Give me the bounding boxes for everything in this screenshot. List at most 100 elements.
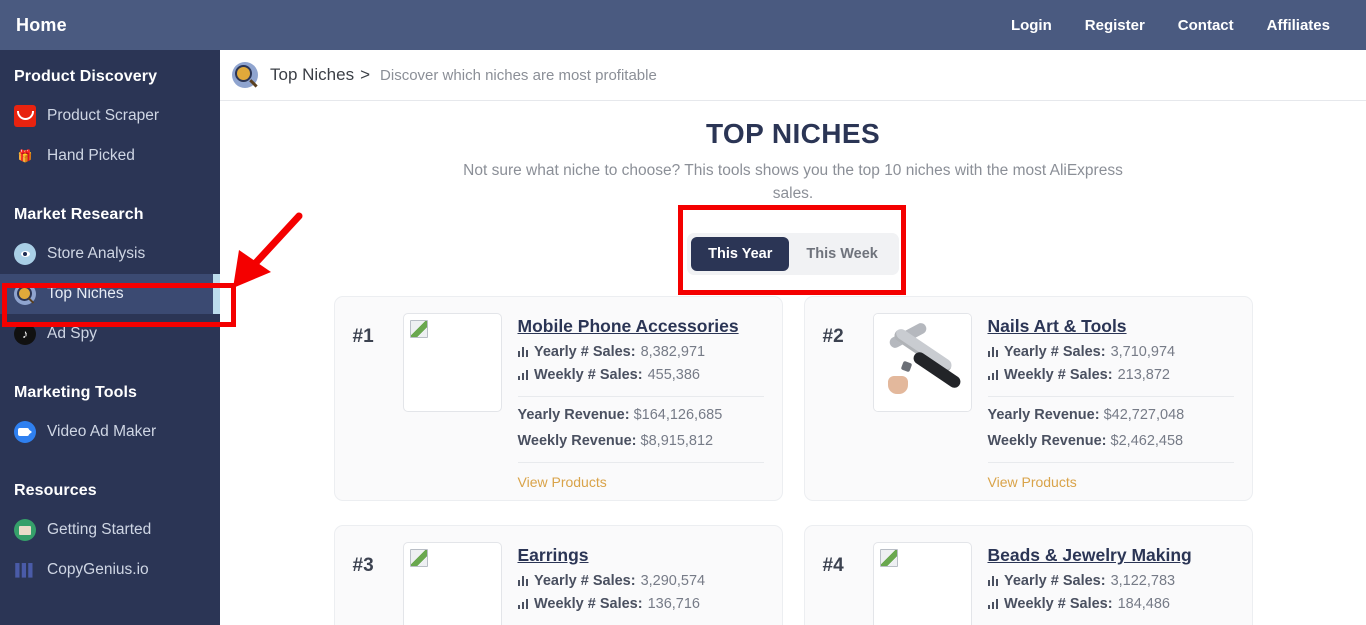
bar-chart-icon bbox=[517, 598, 528, 609]
sidebar-group-market-research: Market Research bbox=[14, 206, 144, 223]
top-navigation-bar: Home Login Register Contact Affiliates bbox=[0, 0, 1366, 50]
stat-value: 213,872 bbox=[1117, 367, 1170, 383]
bar-chart-icon bbox=[517, 346, 528, 357]
niche-card[interactable]: #3 Earrings Yearly # Sales: 3,290,574 We… bbox=[333, 525, 783, 625]
niche-card[interactable]: #1 Mobile Phone Accessories Yearly # Sal… bbox=[333, 296, 783, 501]
sidebar-item-hand-picked[interactable]: 🎁 Hand Picked bbox=[0, 136, 220, 176]
revenue-value: $164,126,685 bbox=[633, 407, 723, 423]
yearly-sales-stat: Yearly # Sales: 3,710,974 bbox=[987, 344, 1234, 360]
breadcrumb-separator: > bbox=[360, 65, 371, 84]
niche-card[interactable]: #2 Nails Art & Tools Yearly # Sales: 3,7… bbox=[803, 296, 1253, 501]
stat-value: 3,290,574 bbox=[640, 573, 706, 589]
sidebar-item-label: Getting Started bbox=[47, 521, 152, 538]
stat-value: 3,710,974 bbox=[1110, 344, 1176, 360]
revenue-value: $42,727,048 bbox=[1103, 407, 1185, 423]
stat-label: Weekly # Sales: bbox=[1004, 367, 1113, 383]
bar-chart-icon bbox=[517, 369, 528, 380]
nail-clipper-photo bbox=[873, 314, 971, 411]
sidebar-item-product-scraper[interactable]: Product Scraper bbox=[0, 96, 220, 136]
yearly-revenue-row: Yearly Revenue: $42,727,048 bbox=[988, 407, 1234, 423]
revenue-label: Weekly Revenue: bbox=[987, 433, 1107, 449]
tab-this-week[interactable]: This Week bbox=[789, 237, 894, 271]
view-products-link[interactable]: View Products bbox=[988, 474, 1077, 490]
top-nav-links: Login Register Contact Affiliates bbox=[1011, 17, 1330, 34]
niche-info: Earrings Yearly # Sales: 3,290,574 Weekl… bbox=[517, 542, 764, 625]
yearly-revenue-row: Yearly Revenue: $164,126,685 bbox=[518, 407, 764, 423]
revenue-value: $8,915,812 bbox=[640, 433, 714, 449]
revenue-label: Weekly Revenue: bbox=[517, 433, 637, 449]
stat-label: Weekly # Sales: bbox=[534, 596, 643, 612]
aliexpress-bag-icon bbox=[14, 105, 36, 127]
weekly-revenue-row: Weekly Revenue: $8,915,812 bbox=[518, 433, 764, 449]
niche-name-link[interactable]: Mobile Phone Accessories bbox=[518, 315, 739, 337]
timeframe-toggle-wrap: This Year This Week bbox=[220, 233, 1366, 275]
weekly-sales-stat: Weekly # Sales: 455,386 bbox=[517, 367, 764, 383]
sidebar-item-getting-started[interactable]: Getting Started bbox=[0, 510, 220, 550]
yearly-sales-stat: Yearly # Sales: 3,122,783 bbox=[987, 573, 1234, 589]
sidebar-group-product-discovery: Product Discovery bbox=[14, 68, 158, 85]
bar-chart-icon bbox=[987, 346, 998, 357]
niche-thumbnail bbox=[402, 313, 502, 412]
stat-value: 8,382,971 bbox=[640, 344, 706, 360]
niche-thumbnail bbox=[872, 313, 972, 412]
stat-value: 184,486 bbox=[1117, 596, 1170, 612]
sidebar-item-label: Hand Picked bbox=[47, 147, 135, 164]
breadcrumb-title[interactable]: Top Niches bbox=[270, 65, 354, 85]
niche-rank: #1 bbox=[352, 326, 374, 347]
niche-rank: #4 bbox=[822, 555, 844, 576]
breadcrumb: Top Niches > Discover which niches are m… bbox=[220, 50, 1366, 101]
sidebar-item-copygenius[interactable]: ▌▌▌ CopyGenius.io bbox=[0, 550, 220, 590]
weekly-sales-stat: Weekly # Sales: 136,716 bbox=[517, 596, 764, 612]
stat-value: 136,716 bbox=[647, 596, 700, 612]
sidebar-item-label: CopyGenius.io bbox=[47, 561, 149, 578]
gift-icon: 🎁 bbox=[17, 149, 33, 163]
divider bbox=[517, 462, 764, 463]
content-scroll-area: TOP NICHES Not sure what niche to choose… bbox=[220, 101, 1366, 625]
yearly-sales-stat: Yearly # Sales: 3,290,574 bbox=[517, 573, 764, 589]
niche-name-link[interactable]: Nails Art & Tools bbox=[988, 315, 1127, 337]
nav-link-contact[interactable]: Contact bbox=[1178, 17, 1234, 34]
revenue-label: Yearly Revenue: bbox=[987, 407, 1100, 423]
weekly-sales-stat: Weekly # Sales: 184,486 bbox=[987, 596, 1234, 612]
tab-this-year[interactable]: This Year bbox=[691, 237, 790, 271]
book-icon bbox=[14, 519, 36, 541]
niche-thumbnail bbox=[872, 542, 972, 625]
sidebar-item-ad-spy[interactable]: ♪ Ad Spy bbox=[0, 314, 220, 354]
weekly-revenue-row: Weekly Revenue: $2,462,458 bbox=[988, 433, 1234, 449]
breadcrumb-subtitle: Discover which niches are most profitabl… bbox=[380, 66, 657, 84]
niches-grid: #1 Mobile Phone Accessories Yearly # Sal… bbox=[220, 296, 1366, 625]
stat-value: 455,386 bbox=[647, 367, 700, 383]
view-products-link[interactable]: View Products bbox=[518, 474, 607, 490]
main-content: Top Niches > Discover which niches are m… bbox=[220, 50, 1366, 625]
stat-label: Yearly # Sales: bbox=[1004, 573, 1106, 589]
sidebar-item-top-niches[interactable]: Top Niches bbox=[0, 274, 220, 314]
sidebar: Product Discovery Product Scraper 🎁 Hand… bbox=[0, 50, 220, 625]
sidebar-item-label: Top Niches bbox=[47, 285, 124, 302]
sidebar-group-marketing-tools: Marketing Tools bbox=[14, 384, 137, 401]
video-camera-icon bbox=[14, 421, 36, 443]
bar-chart-icon bbox=[517, 575, 528, 586]
sidebar-item-label: Video Ad Maker bbox=[47, 423, 157, 440]
nav-link-register[interactable]: Register bbox=[1085, 17, 1145, 34]
sidebar-item-store-analysis[interactable]: Store Analysis bbox=[0, 234, 220, 274]
stat-value: 3,122,783 bbox=[1110, 573, 1176, 589]
stat-label: Yearly # Sales: bbox=[534, 573, 636, 589]
niche-rank: #3 bbox=[352, 555, 374, 576]
page-title: TOP NICHES bbox=[705, 118, 881, 149]
niche-card[interactable]: #4 Beads & Jewelry Making Yearly # Sales… bbox=[803, 525, 1253, 625]
sidebar-item-label: Product Scraper bbox=[47, 107, 159, 124]
sidebar-group-resources: Resources bbox=[14, 482, 97, 499]
nav-link-login[interactable]: Login bbox=[1011, 17, 1052, 34]
home-link[interactable]: Home bbox=[16, 15, 67, 36]
niche-name-link[interactable]: Earrings bbox=[518, 544, 589, 566]
weekly-sales-stat: Weekly # Sales: 213,872 bbox=[987, 367, 1234, 383]
nav-link-affiliates[interactable]: Affiliates bbox=[1267, 17, 1330, 34]
magnifier-icon bbox=[232, 62, 258, 88]
eye-icon bbox=[14, 243, 36, 265]
timeframe-toggle: This Year This Week bbox=[687, 233, 899, 275]
sidebar-item-label: Ad Spy bbox=[47, 325, 97, 342]
niche-info: Beads & Jewelry Making Yearly # Sales: 3… bbox=[987, 542, 1234, 625]
divider bbox=[987, 462, 1234, 463]
sidebar-item-video-ad-maker[interactable]: Video Ad Maker bbox=[0, 412, 220, 452]
niche-name-link[interactable]: Beads & Jewelry Making bbox=[988, 544, 1192, 566]
